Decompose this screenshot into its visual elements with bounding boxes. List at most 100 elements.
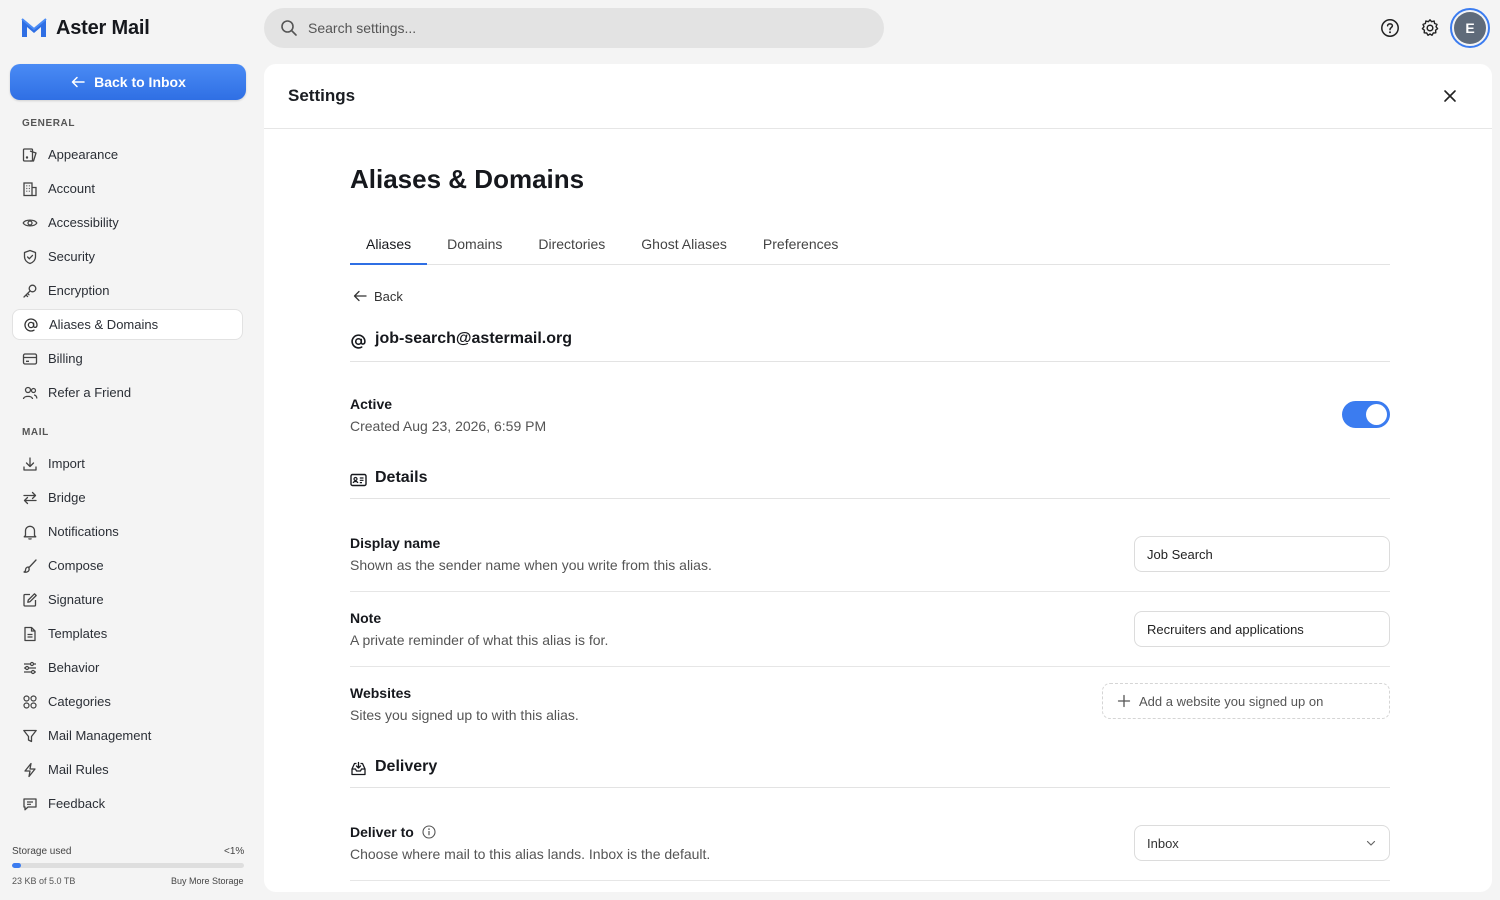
status-label: Active: [350, 396, 393, 412]
storage-label: Storage used: [12, 846, 72, 857]
sidebar-item-bridge[interactable]: Bridge: [12, 482, 243, 513]
back-to-inbox-label: Back to Inbox: [94, 74, 186, 90]
tab-domains[interactable]: Domains: [431, 227, 518, 265]
message-icon: [22, 796, 38, 812]
note-label: Note: [350, 610, 382, 626]
note-desc: A private reminder of what this alias is…: [350, 632, 609, 648]
sidebar-item-aliases-domains[interactable]: Aliases & Domains: [12, 309, 243, 340]
sidebar-item-behavior[interactable]: Behavior: [12, 652, 243, 683]
sidebar-item-label: Appearance: [48, 147, 119, 162]
sidebar-item-mail-rules[interactable]: Mail Rules: [12, 754, 243, 785]
sidebar-item-label: Compose: [48, 558, 104, 573]
shield-icon: [22, 249, 38, 265]
sidebar-item-mail-management[interactable]: Mail Management: [12, 720, 243, 751]
websites-desc: Sites you signed up to with this alias.: [350, 707, 579, 723]
chevron-down-icon: [1365, 837, 1377, 849]
sidebar-item-encryption[interactable]: Encryption: [12, 275, 243, 306]
tab-aliases[interactable]: Aliases: [350, 227, 428, 265]
tab-preferences[interactable]: Preferences: [747, 227, 854, 265]
grid-icon: [22, 694, 38, 710]
add-website-label: Add a website you signed up on: [1139, 693, 1324, 709]
bell-icon: [22, 524, 38, 540]
filter-icon: [22, 728, 38, 744]
sidebar-item-label: Behavior: [48, 660, 100, 675]
sidebar-item-account[interactable]: Account: [12, 173, 243, 204]
sidebar-item-label: Encryption: [48, 283, 110, 298]
sidebar-item-label: Aliases & Domains: [49, 317, 159, 332]
arrow-left-icon: [352, 288, 368, 304]
building-icon: [22, 181, 38, 197]
gear-icon[interactable]: [1420, 18, 1440, 38]
display-name-label: Display name: [350, 535, 441, 551]
tab-directories[interactable]: Directories: [522, 227, 621, 265]
sidebar-item-label: Mail Management: [48, 728, 152, 743]
pen-square-icon: [22, 592, 38, 608]
sidebar-item-import[interactable]: Import: [12, 448, 243, 479]
sidebar-item-label: Account: [48, 181, 95, 196]
search-bar[interactable]: [264, 8, 884, 48]
divider: [350, 666, 1390, 667]
card-icon: [22, 351, 38, 367]
users-icon: [22, 385, 38, 401]
divider: [350, 880, 1390, 881]
search-input[interactable]: [308, 20, 848, 36]
app-logo: Aster Mail: [20, 14, 150, 42]
delivery-title: Delivery: [375, 758, 438, 775]
sidebar-item-compose[interactable]: Compose: [12, 550, 243, 581]
back-link[interactable]: Back: [352, 288, 403, 304]
sidebar-item-label: Accessibility: [48, 215, 119, 230]
download-icon: [22, 456, 38, 472]
tab-ghost-aliases[interactable]: Ghost Aliases: [625, 227, 743, 265]
info-icon[interactable]: [422, 825, 436, 839]
details-title: Details: [375, 469, 428, 486]
sidebar-item-label: Bridge: [48, 490, 86, 505]
panel-title: Settings: [288, 86, 356, 105]
user-avatar-button[interactable]: E: [1450, 8, 1490, 48]
sidebar-item-label: Refer a Friend: [48, 385, 132, 400]
sidebar-item-appearance[interactable]: Appearance: [12, 139, 243, 170]
sidebar-item-label: Notifications: [48, 524, 119, 539]
display-name-input[interactable]: [1134, 536, 1390, 572]
sidebar-item-notifications[interactable]: Notifications: [12, 516, 243, 547]
note-input[interactable]: [1134, 611, 1390, 647]
at-icon: [350, 330, 367, 361]
inbox-icon: [350, 758, 367, 787]
sidebar-item-label: Mail Rules: [48, 762, 109, 777]
divider: [350, 591, 1390, 592]
details-section-header: Details: [350, 469, 1390, 499]
sidebar-item-label: Feedback: [48, 796, 106, 811]
sidebar-item-accessibility[interactable]: Accessibility: [12, 207, 243, 238]
alias-header: job-search@astermail.org: [350, 330, 1390, 362]
websites-label: Websites: [350, 685, 412, 701]
deliver-to-value: Inbox: [1147, 835, 1179, 851]
sidebar-item-signature[interactable]: Signature: [12, 584, 243, 615]
avatar: E: [1454, 12, 1486, 44]
add-website-button[interactable]: Add a website you signed up on: [1102, 683, 1390, 719]
sidebar-item-label: Categories: [48, 694, 111, 709]
section-label-general: GENERAL: [22, 118, 76, 129]
deliver-to-desc: Choose where mail to this alias lands. I…: [350, 846, 711, 862]
tab-bar: Aliases Domains Directories Ghost Aliase…: [350, 227, 1390, 265]
sidebar-item-templates[interactable]: Templates: [12, 618, 243, 649]
buy-more-storage-link[interactable]: Buy More Storage: [171, 876, 244, 886]
sidebar-item-security[interactable]: Security: [12, 241, 243, 272]
back-label: Back: [374, 288, 403, 304]
sidebar-item-feedback[interactable]: Feedback: [12, 788, 243, 819]
alias-active-toggle[interactable]: [1342, 401, 1390, 428]
sidebar-item-label: Signature: [48, 592, 104, 607]
close-icon[interactable]: [1440, 86, 1460, 106]
deliver-to-label: Deliver to: [350, 824, 414, 840]
sidebar-item-billing[interactable]: Billing: [12, 343, 243, 374]
sidebar-item-label: Billing: [48, 351, 83, 366]
eye-icon: [22, 215, 38, 231]
toggle-knob: [1366, 404, 1387, 425]
sidebar-item-refer-a-friend[interactable]: Refer a Friend: [12, 377, 243, 408]
storage-percent: <1%: [224, 846, 245, 857]
deliver-to-select[interactable]: Inbox: [1134, 825, 1390, 861]
back-to-inbox-button[interactable]: Back to Inbox: [10, 64, 246, 100]
key-icon: [22, 283, 38, 299]
file-icon: [22, 626, 38, 642]
help-icon[interactable]: [1380, 18, 1400, 38]
brush-icon: [22, 558, 38, 574]
sidebar-item-categories[interactable]: Categories: [12, 686, 243, 717]
